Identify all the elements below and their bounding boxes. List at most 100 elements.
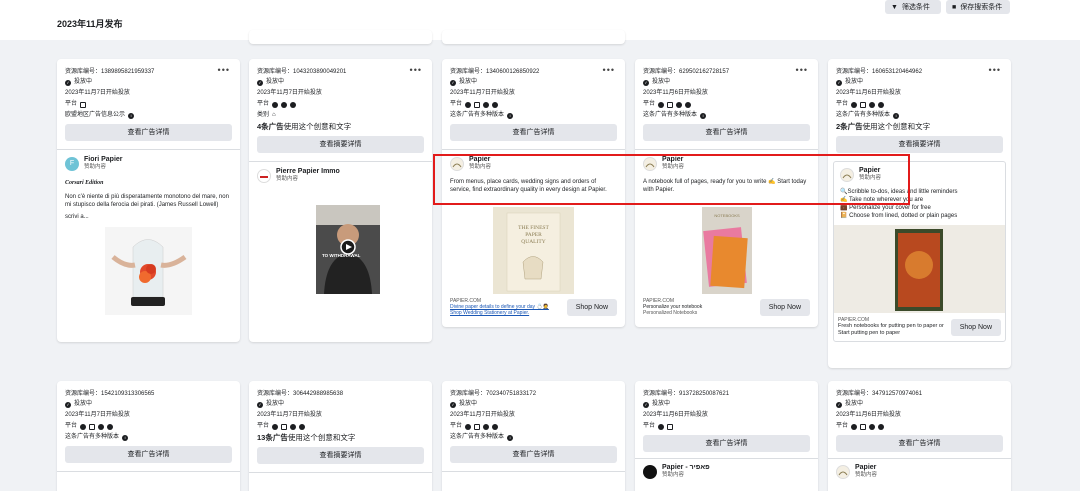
facebook-icon — [465, 423, 472, 430]
sponsored-label: 赞助内容 — [276, 176, 299, 182]
library-id: 资源库编号：347912570974061 — [836, 391, 923, 397]
view-summary-button[interactable]: 查看摘要详情 — [257, 136, 424, 153]
sponsored-label: 赞助内容 — [662, 164, 685, 170]
view-ad-details-button[interactable]: 查看广告详情 — [836, 435, 1003, 452]
papier-logo-icon — [842, 174, 852, 178]
status: ✓ 投放中 — [836, 79, 864, 86]
advertiser-avatar[interactable] — [643, 156, 657, 171]
instagram-icon — [80, 101, 87, 108]
info-icon[interactable]: i — [507, 112, 514, 119]
view-summary-button[interactable]: 查看摘要详情 — [257, 447, 424, 464]
status: ✓ 投放中 — [257, 401, 285, 408]
ad-card: 资源库编号：1340600126850922 ••• ✓ 投放中 2023年11月… — [442, 59, 625, 327]
ad-image[interactable]: THE FINEST PAPER QUALITY — [493, 207, 574, 294]
advertiser-name[interactable]: Fiori Papier — [84, 156, 123, 164]
status: ✓ 投放中 — [65, 79, 93, 86]
status: ✓ 投放中 — [257, 79, 285, 86]
shop-now-button[interactable]: Shop Now — [759, 298, 810, 316]
audience-network-icon — [869, 423, 876, 430]
advertiser-avatar[interactable]: F — [65, 156, 79, 171]
instagram-icon — [860, 101, 867, 108]
info-icon[interactable]: i — [128, 112, 135, 119]
instagram-icon — [89, 423, 96, 430]
advertiser-avatar[interactable] — [257, 168, 271, 183]
advertiser-avatar[interactable] — [450, 156, 464, 171]
link-title[interactable]: Fresh notebooks for putting pen to paper… — [838, 323, 951, 337]
advertiser-name[interactable]: Papier — [855, 464, 877, 472]
advertiser-name[interactable]: Papier — [469, 156, 491, 164]
platforms: 平台 — [836, 421, 1003, 432]
advertiser-name[interactable]: Papier — [662, 156, 684, 164]
filter-label: 筛选条件 — [901, 4, 930, 11]
platforms: 平台 — [257, 99, 424, 110]
filter-button[interactable]: ▼ 筛选条件 — [885, 0, 941, 14]
ad-image[interactable] — [834, 225, 1005, 313]
check-icon: ✓ — [257, 79, 263, 86]
instagram-icon — [474, 101, 481, 108]
link-subtitle[interactable]: Personalized Notebooks — [643, 310, 702, 316]
library-id: 资源库编号：1389895821959337 — [65, 69, 155, 75]
more-options-button[interactable]: ••• — [218, 65, 230, 75]
info-icon[interactable]: i — [700, 112, 707, 119]
start-date: 2023年11月7日开始投放 — [65, 90, 130, 96]
bullet-item: 🔍Scribble to-dos, ideas and little remin… — [840, 189, 958, 195]
image-text: NOTEBOOKS — [714, 213, 740, 218]
more-options-button[interactable]: ••• — [796, 65, 808, 75]
start-date: 2023年11月7日开始投放 — [257, 90, 322, 96]
more-options-button[interactable]: ••• — [603, 65, 615, 75]
advertiser-avatar[interactable] — [840, 167, 854, 182]
video-frame — [316, 205, 380, 294]
ad-card: 资源库编号：1542109313306565 ✓ 投放中 2023年11月7日开始… — [57, 381, 240, 491]
save-search-button[interactable]: ■ 保存搜索条件 — [946, 0, 1010, 14]
start-date: 2023年11月6日开始投放 — [643, 90, 708, 96]
advertiser-name[interactable]: Papier — [859, 167, 881, 175]
info-icon[interactable]: i — [122, 434, 129, 441]
instagram-icon — [474, 423, 481, 430]
ad-video[interactable]: TO WITHDRAWAL — [316, 205, 380, 294]
view-summary-button[interactable]: 查看摘要详情 — [836, 136, 1003, 153]
platforms: 平台 — [65, 421, 232, 432]
sponsored-label: 赞助内容 — [855, 472, 878, 478]
ad-image[interactable] — [105, 227, 192, 315]
papier-logo-icon — [838, 471, 848, 475]
shop-now-button[interactable]: Shop Now — [566, 298, 617, 316]
ad-card: 资源库编号：913728250087621 ✓ 投放中 2023年11月6日开始投… — [635, 381, 818, 491]
info-icon[interactable]: i — [893, 112, 900, 119]
status: ✓ 投放中 — [643, 79, 671, 86]
info-icon[interactable]: i — [507, 434, 514, 441]
facebook-icon — [272, 423, 279, 430]
view-ad-details-button[interactable]: 查看广告详情 — [65, 446, 232, 463]
instagram-icon — [860, 423, 867, 430]
library-id: 资源库编号：1340600126850922 — [450, 69, 540, 75]
sponsored-label: 赞助内容 — [469, 164, 492, 170]
shop-now-button[interactable]: Shop Now — [950, 318, 1001, 336]
more-options-button[interactable]: ••• — [989, 65, 1001, 75]
check-icon: ✓ — [836, 79, 842, 86]
link-subtitle[interactable]: Shop Wedding Stationery at Papier. — [450, 310, 549, 316]
messenger-icon — [299, 423, 306, 430]
library-id: 资源库编号：1043203890049201 — [257, 69, 347, 75]
view-ad-details-button[interactable]: 查看广告详情 — [643, 435, 810, 452]
advertiser-name[interactable]: Papier - פאפיר — [662, 464, 710, 472]
advertiser-avatar[interactable] — [643, 464, 657, 479]
advertiser-name[interactable]: Pierre Papier Immo — [276, 168, 340, 176]
multi-version-note: 这条广告有多种版本 i — [450, 110, 617, 121]
messenger-icon — [290, 101, 297, 108]
view-ad-details-button[interactable]: 查看广告详情 — [450, 124, 617, 141]
view-ad-details-button[interactable]: 查看广告详情 — [643, 124, 810, 141]
more-options-button[interactable]: ••• — [410, 65, 422, 75]
library-id: 资源库编号：629502162728157 — [643, 69, 730, 75]
view-ad-details-button[interactable]: 查看广告详情 — [65, 124, 232, 141]
bullet-item: ✍️ Take note wherever you are — [840, 197, 924, 203]
audience-network-icon — [483, 101, 490, 108]
audience-network-icon — [483, 423, 490, 430]
instagram-icon — [667, 101, 674, 108]
start-date: 2023年11月7日开始投放 — [257, 412, 322, 418]
sponsored-label: 赞助内容 — [84, 164, 107, 170]
library-id: 资源库编号：306442988985638 — [257, 391, 344, 397]
ad-image[interactable]: NOTEBOOKS — [702, 207, 752, 294]
advertiser-avatar[interactable] — [836, 464, 850, 479]
view-ad-details-button[interactable]: 查看广告详情 — [450, 446, 617, 463]
rose-image — [105, 227, 192, 315]
paper-card-image — [493, 207, 574, 294]
